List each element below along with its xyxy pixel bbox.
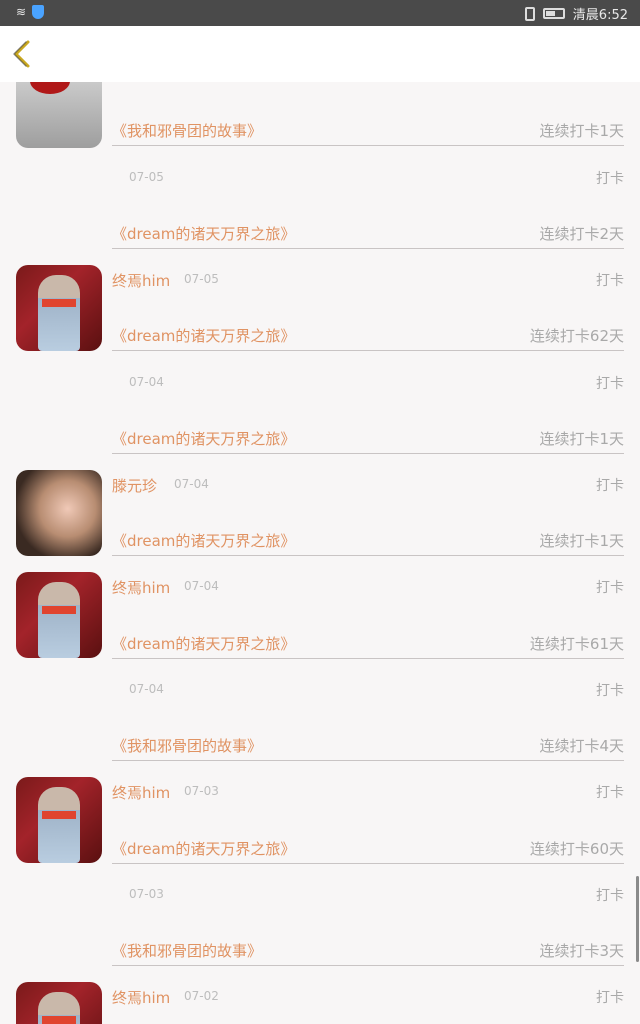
- book-title: 《dream的诸天万界之旅》: [112, 635, 296, 653]
- streak-label: 连续打卡1天: [539, 122, 624, 140]
- checkin-list: 《我和邪骨团的故事》 连续打卡1天 07-05 打卡 《dream的诸天万界之旅…: [0, 82, 640, 1024]
- streak-label: 连续打卡2天: [539, 225, 624, 243]
- list-item-meta: 07-04 打卡: [112, 680, 624, 702]
- book-row[interactable]: 《我和邪骨团的故事》 连续打卡3天: [112, 934, 624, 966]
- avatar[interactable]: [16, 470, 102, 556]
- checkin-button[interactable]: 打卡: [596, 475, 624, 495]
- entry-date: 07-03: [129, 887, 164, 901]
- wifi-icon: ≋: [16, 5, 27, 19]
- streak-label: 连续打卡62天: [529, 327, 624, 345]
- user-name[interactable]: 滕元珍: [112, 475, 157, 496]
- avatar[interactable]: [16, 265, 102, 351]
- book-title: 《我和邪骨团的故事》: [112, 122, 263, 140]
- streak-label: 连续打卡1天: [539, 430, 624, 448]
- entry-date: 07-04: [184, 579, 219, 593]
- list-item-meta: 滕元珍 07-04 打卡: [112, 475, 624, 497]
- user-name[interactable]: 终焉him: [112, 270, 170, 291]
- scrollbar[interactable]: [636, 876, 639, 962]
- list-item-meta: 07-05 打卡: [112, 168, 624, 190]
- book-title: 《dream的诸天万界之旅》: [112, 840, 296, 858]
- book-title: 《dream的诸天万界之旅》: [112, 532, 296, 550]
- checkin-button[interactable]: 打卡: [596, 782, 624, 802]
- user-name[interactable]: 终焉him: [112, 577, 170, 598]
- book-title: 《我和邪骨团的故事》: [112, 942, 263, 960]
- list-item-meta: 终焉him 07-05 打卡: [112, 270, 624, 292]
- user-name[interactable]: 终焉him: [112, 782, 170, 803]
- security-shield-icon: [32, 5, 45, 19]
- book-title: 《dream的诸天万界之旅》: [112, 225, 296, 243]
- list-item-meta: 07-03 打卡: [112, 885, 624, 907]
- streak-label: 连续打卡4天: [539, 737, 624, 755]
- checkin-button[interactable]: 打卡: [596, 168, 624, 188]
- status-bar: ≋ 清晨6:52: [0, 0, 640, 26]
- streak-label: 连续打卡3天: [539, 942, 624, 960]
- entry-date: 07-02: [184, 989, 219, 1003]
- entry-date: 07-03: [184, 784, 219, 798]
- battery-icon: [542, 8, 565, 19]
- book-row[interactable]: 《我和邪骨团的故事》 连续打卡4天: [112, 729, 624, 761]
- entry-date: 07-04: [174, 477, 209, 491]
- list-item-meta: 终焉him 07-02 打卡: [112, 987, 624, 1009]
- list-item-meta: 终焉him 07-04 打卡: [112, 577, 624, 599]
- book-row[interactable]: 《dream的诸天万界之旅》 连续打卡2天: [112, 217, 624, 249]
- book-row[interactable]: 《dream的诸天万界之旅》 连续打卡1天: [112, 422, 624, 454]
- list-item-meta: 07-04 打卡: [112, 373, 624, 395]
- vibrate-icon: [524, 6, 535, 21]
- checkin-button[interactable]: 打卡: [596, 987, 624, 1007]
- checkin-button[interactable]: 打卡: [596, 373, 624, 393]
- entry-date: 07-04: [129, 682, 164, 696]
- checkin-button[interactable]: 打卡: [596, 885, 624, 905]
- book-row[interactable]: 《dream的诸天万界之旅》 连续打卡62天: [112, 319, 624, 351]
- book-row[interactable]: 《dream的诸天万界之旅》 连续打卡60天: [112, 832, 624, 864]
- checkin-button[interactable]: 打卡: [596, 680, 624, 700]
- status-time: 清晨6:52: [572, 8, 628, 23]
- book-row[interactable]: 《dream的诸天万界之旅》 连续打卡61天: [112, 627, 624, 659]
- entry-date: 07-05: [129, 170, 164, 184]
- checkin-button[interactable]: 打卡: [596, 577, 624, 597]
- list-item-meta: 终焉him 07-03 打卡: [112, 782, 624, 804]
- back-chevron-icon[interactable]: [8, 38, 36, 70]
- avatar[interactable]: [16, 82, 102, 148]
- book-title: 《我和邪骨团的故事》: [112, 737, 263, 755]
- book-title: 《dream的诸天万界之旅》: [112, 327, 296, 345]
- entry-date: 07-04: [129, 375, 164, 389]
- streak-label: 连续打卡60天: [529, 840, 624, 858]
- avatar[interactable]: [16, 572, 102, 658]
- book-row[interactable]: 《我和邪骨团的故事》 连续打卡1天: [112, 114, 624, 146]
- top-nav-bar: [0, 26, 640, 82]
- streak-label: 连续打卡61天: [529, 635, 624, 653]
- avatar[interactable]: [16, 777, 102, 863]
- user-name[interactable]: 终焉him: [112, 987, 170, 1008]
- avatar[interactable]: [16, 982, 102, 1024]
- book-title: 《dream的诸天万界之旅》: [112, 430, 296, 448]
- book-row[interactable]: 《dream的诸天万界之旅》 连续打卡1天: [112, 524, 624, 556]
- entry-date: 07-05: [184, 272, 219, 286]
- checkin-button[interactable]: 打卡: [596, 270, 624, 290]
- streak-label: 连续打卡1天: [539, 532, 624, 550]
